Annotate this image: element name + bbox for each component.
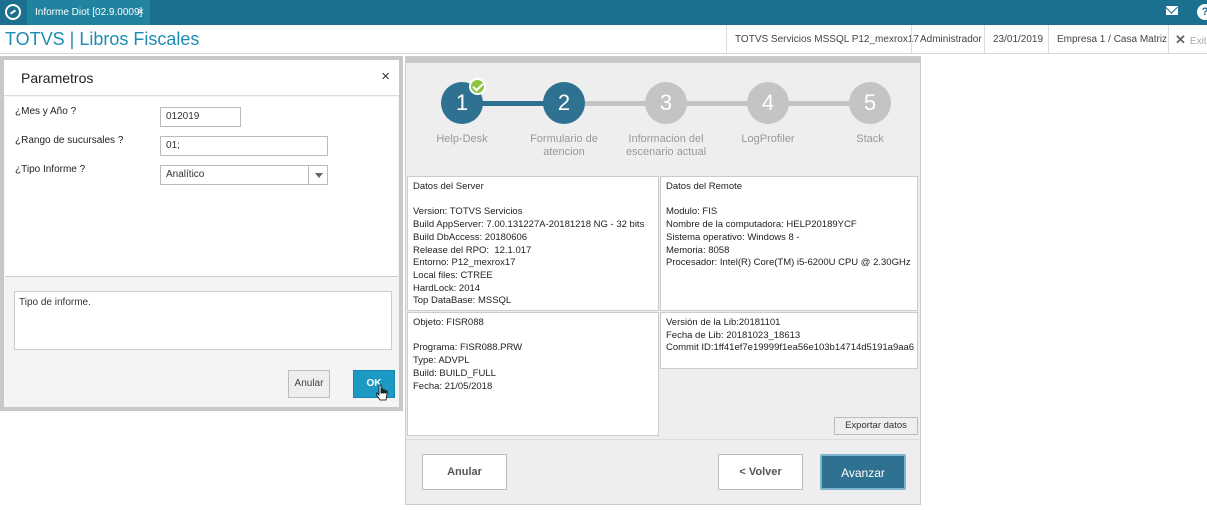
mes-ano-input[interactable]: 012019 (160, 107, 241, 127)
rango-sucursales-input[interactable]: 01; (160, 136, 328, 156)
wizard-footer: Anular < Volver Avanzar (406, 439, 920, 504)
step-3-label: Informacion del escenario actual (625, 133, 707, 158)
step-2-label: Formulario de atencion (530, 133, 598, 158)
mail-icon[interactable] (1166, 6, 1178, 15)
close-icon: ✕ (1175, 32, 1186, 47)
next-button[interactable]: Avanzar (820, 454, 906, 490)
logo-icon[interactable] (5, 4, 21, 20)
step-4-circle: 4 (747, 82, 789, 124)
step-1-label: Help-Desk (436, 133, 488, 145)
lib-info-panel: Versión de la Lib:20181101 Fecha de Lib:… (660, 312, 918, 369)
environment-label[interactable]: TOTVS Servicios MSSQL P12_mexrox17 (726, 25, 927, 54)
field-label-rango-sucursales: ¿Rango de sucursales ? (15, 135, 124, 146)
tab-close-icon[interactable]: × (138, 0, 144, 25)
server-info-panel: Datos del Server Version: TOTVS Servicio… (407, 176, 659, 311)
tipo-informe-select[interactable]: Analítico (160, 165, 328, 185)
dialog-cancel-button[interactable]: Anular (288, 370, 330, 398)
exit-label: Exit (1189, 36, 1207, 47)
check-icon (469, 78, 486, 95)
date-label[interactable]: 23/01/2019 (984, 25, 1051, 54)
dialog-header: Parametros × (4, 60, 399, 96)
back-button[interactable]: < Volver (718, 454, 803, 490)
wizard-top-border (406, 57, 920, 63)
dialog-title: Parametros (21, 70, 94, 86)
help-icon[interactable]: ? (1197, 4, 1207, 20)
hand-cursor-icon (376, 384, 388, 401)
company-label[interactable]: Empresa 1 / Casa Matriz (1048, 25, 1175, 54)
tipo-informe-value: Analítico (166, 169, 205, 180)
chevron-down-icon[interactable] (308, 166, 327, 184)
field-label-mes-ano: ¿Mes y Año ? (15, 106, 77, 117)
parameters-form: ¿Mes y Año ? 012019 ¿Rango de sucursales… (5, 97, 398, 277)
export-data-button[interactable]: Exportar datos (834, 417, 918, 435)
field-label-tipo-informe: ¿Tipo Informe ? (15, 164, 86, 175)
user-label[interactable]: Administrador (911, 25, 990, 54)
step-5-circle: 5 (849, 82, 891, 124)
top-bar: Informe Diot [02.9.0009] × ? (0, 0, 1207, 25)
wizard-cancel-button[interactable]: Anular (422, 454, 507, 490)
exit-button[interactable]: ✕ Exit (1168, 25, 1207, 54)
remote-info-panel: Datos del Remote Modulo: FIS Nombre de l… (660, 176, 918, 311)
dialog-close-icon[interactable]: × (381, 68, 390, 85)
parametros-dialog: Parametros × ¿Mes y Año ? 012019 ¿Rango … (0, 56, 403, 411)
app-header: TOTVS | Libros Fiscales TOTVS Servicios … (0, 25, 1207, 54)
support-wizard: 1 2 3 4 5 Help-Desk Formulario de atenci… (405, 56, 921, 505)
help-text-box: Tipo de informe. (14, 291, 392, 350)
step-2-circle: 2 (543, 82, 585, 124)
app-title: TOTVS | Libros Fiscales (5, 29, 200, 49)
step-3-circle: 3 (645, 82, 687, 124)
tab-informe-diot[interactable]: Informe Diot [02.9.0009] × (27, 0, 150, 25)
tab-label: Informe Diot [02.9.0009] (35, 7, 143, 18)
dialog-ok-button[interactable]: OK (353, 370, 395, 398)
object-info-panel: Objeto: FISR088 Programa: FISR088.PRW Ty… (407, 312, 659, 436)
step-4-label: LogProfiler (741, 133, 795, 145)
step-5-label: Stack (856, 133, 884, 145)
